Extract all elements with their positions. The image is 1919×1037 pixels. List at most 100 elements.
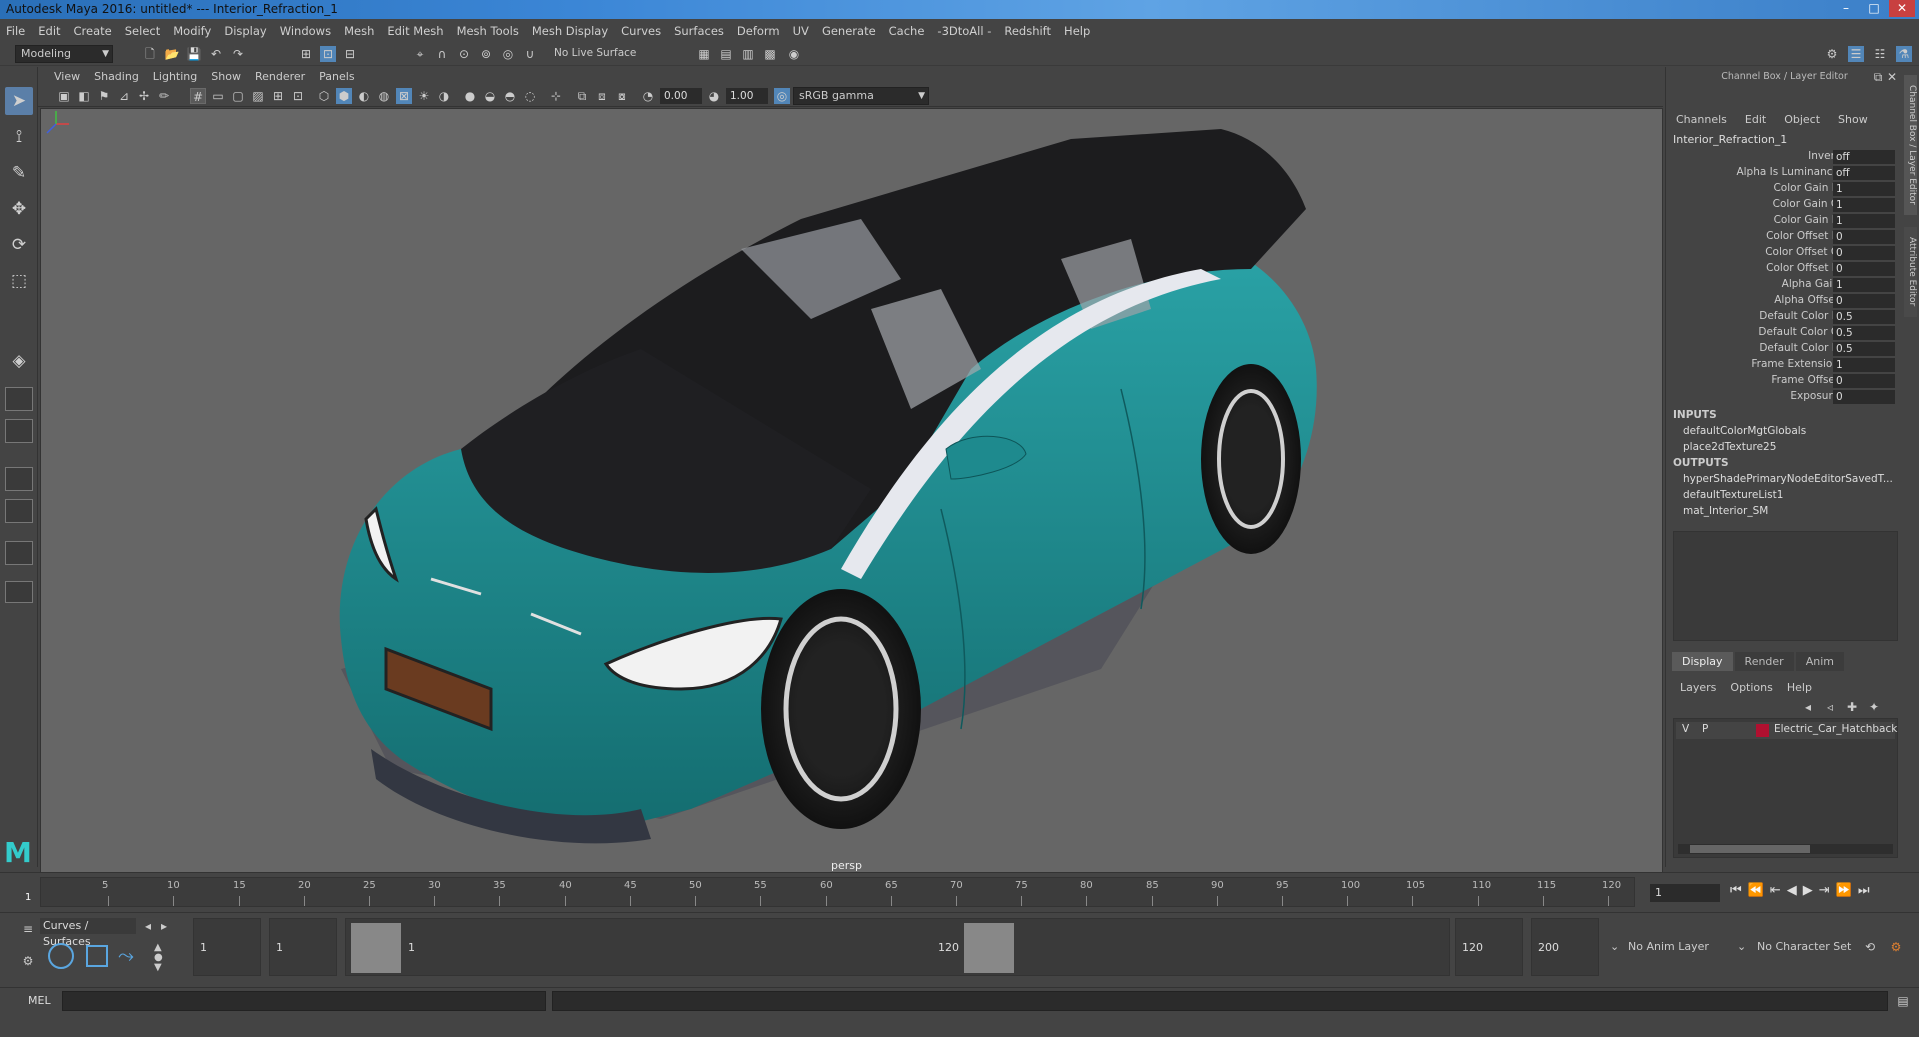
channel-box-toggle-icon[interactable]: ☰ — [1848, 46, 1864, 62]
hypershade-layout-icon[interactable] — [5, 541, 33, 565]
depth-of-field-icon[interactable]: ◌ — [522, 88, 538, 104]
safe-action-icon[interactable]: ⊡ — [290, 88, 306, 104]
menu-uv[interactable]: UV — [793, 24, 809, 38]
attr-row[interactable]: Default Color R 0.5 — [1666, 309, 1903, 325]
xray-joints-icon[interactable]: ⧈ — [594, 88, 610, 104]
attr-row[interactable]: Color Gain R1 — [1666, 181, 1903, 197]
vp-menu-lighting[interactable]: Lighting — [153, 70, 197, 83]
default-material-icon[interactable]: ◍ — [376, 88, 392, 104]
gamma-icon[interactable]: ◕ — [706, 88, 722, 104]
menu-mesh-tools[interactable]: Mesh Tools — [457, 24, 519, 38]
go-to-end-icon[interactable]: ⏭ — [1858, 883, 1870, 898]
menu-edit-mesh[interactable]: Edit Mesh — [387, 24, 443, 38]
shelf-settings-icon[interactable]: ⚙ — [20, 953, 36, 969]
circle-tool-icon[interactable] — [48, 943, 74, 969]
anim-start-field[interactable]: 1 — [193, 918, 261, 976]
xray-icon[interactable]: ⧉ — [574, 88, 590, 104]
attr-row[interactable]: Frame Offset 0 — [1666, 373, 1903, 389]
step-back-key-icon[interactable]: ⇤ — [1770, 883, 1781, 898]
2d-pan-icon[interactable]: ✢ — [136, 88, 152, 104]
cb-menu-channels[interactable]: Channels — [1676, 113, 1727, 126]
attr-row[interactable]: Default Color G 0.5 — [1666, 325, 1903, 341]
resolution-gate-icon[interactable]: ▢ — [230, 88, 246, 104]
play-back-icon[interactable]: ◀ — [1787, 883, 1797, 898]
layer-visibility-toggle[interactable]: V — [1682, 723, 1689, 735]
output-node[interactable]: hyperShadePrimaryNodeEditorSavedT... — [1683, 473, 1898, 485]
shelf-scroll-icon[interactable]: ▲ ● ▼ — [154, 943, 163, 973]
antialiasing-icon[interactable]: ◓ — [502, 88, 518, 104]
attr-value[interactable]: 0.5 — [1833, 326, 1895, 340]
render-view-icon[interactable]: ▦ — [696, 46, 712, 62]
exposure-icon[interactable]: ◔ — [640, 88, 656, 104]
attr-value[interactable]: off — [1833, 166, 1895, 180]
current-frame-field[interactable]: 1 — [1650, 884, 1720, 902]
bookmark-icon[interactable]: ⚑ — [96, 88, 112, 104]
menu-create[interactable]: Create — [74, 24, 112, 38]
playback-range-slider[interactable]: 1 120 — [345, 918, 1450, 976]
snap-surface-icon[interactable]: ◎ — [500, 46, 516, 62]
playback-start-field[interactable]: 1 — [269, 918, 337, 976]
chevron-down-icon[interactable]: ⌄ — [1737, 918, 1746, 976]
vp-menu-view[interactable]: View — [54, 70, 80, 83]
menu-generate[interactable]: Generate — [822, 24, 876, 38]
layer-menu-layers[interactable]: Layers — [1680, 681, 1716, 694]
attr-value[interactable]: 1 — [1833, 214, 1895, 228]
redo-icon[interactable]: ↷ — [230, 46, 246, 62]
attr-value[interactable]: 0 — [1833, 262, 1895, 276]
select-tool-icon[interactable]: ➤ — [5, 87, 33, 115]
node-name[interactable]: Interior_Refraction_1 — [1673, 133, 1787, 146]
attr-row[interactable]: Frame Extension 1 — [1666, 357, 1903, 373]
field-chart-icon[interactable]: ⊞ — [270, 88, 286, 104]
attr-value[interactable]: off — [1833, 150, 1895, 164]
undo-icon[interactable]: ↶ — [208, 46, 224, 62]
snap-curve-icon[interactable]: ∩ — [434, 46, 450, 62]
lasso-tool-icon[interactable]: ⟟ — [5, 123, 33, 151]
snap-grid-icon[interactable]: ⌖ — [412, 46, 428, 62]
auto-key-icon[interactable]: ⟲ — [1862, 939, 1878, 955]
textured-icon[interactable]: ⊠ — [396, 88, 412, 104]
attribute-editor-icon[interactable]: ⚗ — [1896, 46, 1912, 62]
attr-row[interactable]: Invert off — [1666, 149, 1903, 165]
menu-redshift[interactable]: Redshift — [1004, 24, 1051, 38]
menu-edit[interactable]: Edit — [38, 24, 60, 38]
view-transform-dropdown[interactable]: sRGB gamma ▼ — [793, 87, 929, 105]
menu-3dtoall[interactable]: -3DtoAll - — [937, 24, 991, 38]
graph-layout-icon[interactable] — [5, 499, 33, 523]
tool-settings-icon[interactable]: ☷ — [1872, 46, 1888, 62]
layer-row[interactable]: V P Electric_Car_Hatchback — [1676, 722, 1897, 739]
layer-color-swatch[interactable] — [1756, 724, 1769, 737]
cb-menu-edit[interactable]: Edit — [1745, 113, 1766, 126]
menu-display[interactable]: Display — [224, 24, 266, 38]
attr-value[interactable]: 1 — [1833, 182, 1895, 196]
shelf-next-icon[interactable]: ▸ — [156, 918, 172, 934]
ipr-render-icon[interactable]: ▥ — [740, 46, 756, 62]
shelf-tab-curves-surfaces[interactable]: Curves / Surfaces — [40, 918, 136, 948]
input-node[interactable]: place2dTexture25 — [1683, 441, 1898, 453]
layer-playback-toggle[interactable]: P — [1702, 723, 1708, 735]
render-current-icon[interactable]: ▤ — [718, 46, 734, 62]
film-gate-icon[interactable]: ▭ — [210, 88, 226, 104]
custom-layout-icon[interactable] — [5, 581, 33, 603]
attr-row[interactable]: Exposure 0 — [1666, 389, 1903, 405]
hypershade-icon[interactable]: ◉ — [786, 46, 802, 62]
attr-value[interactable]: 0 — [1833, 390, 1895, 404]
select-hierarchy-icon[interactable]: ⊞ — [298, 46, 314, 62]
range-end-handle[interactable] — [964, 923, 1014, 973]
chevron-down-icon[interactable]: ⌄ — [1610, 918, 1619, 976]
attr-row[interactable]: Alpha Gain 1 — [1666, 277, 1903, 293]
attr-row[interactable]: Color Offset B0 — [1666, 261, 1903, 277]
layer-menu-options[interactable]: Options — [1730, 681, 1772, 694]
attr-value[interactable]: 0 — [1833, 246, 1895, 260]
camera-select-icon[interactable]: ▣ — [56, 88, 72, 104]
motion-blur-icon[interactable]: ◒ — [482, 88, 498, 104]
anim-layer-dropdown[interactable]: No Anim Layer — [1628, 918, 1709, 976]
attr-value[interactable]: 0.5 — [1833, 310, 1895, 324]
modeling-toolkit-icon[interactable]: ⚙ — [1824, 46, 1840, 62]
wireframe-on-shaded-icon[interactable]: ◐ — [356, 88, 372, 104]
rotate-tool-icon[interactable]: ⟳ — [5, 231, 33, 259]
menu-mesh-display[interactable]: Mesh Display — [532, 24, 608, 38]
magnet-icon[interactable]: ∪ — [522, 46, 538, 62]
render-settings-icon[interactable]: ▩ — [762, 46, 778, 62]
new-layer-icon[interactable]: ✚ — [1844, 699, 1860, 715]
smooth-shade-icon[interactable]: ⬢ — [336, 88, 352, 104]
